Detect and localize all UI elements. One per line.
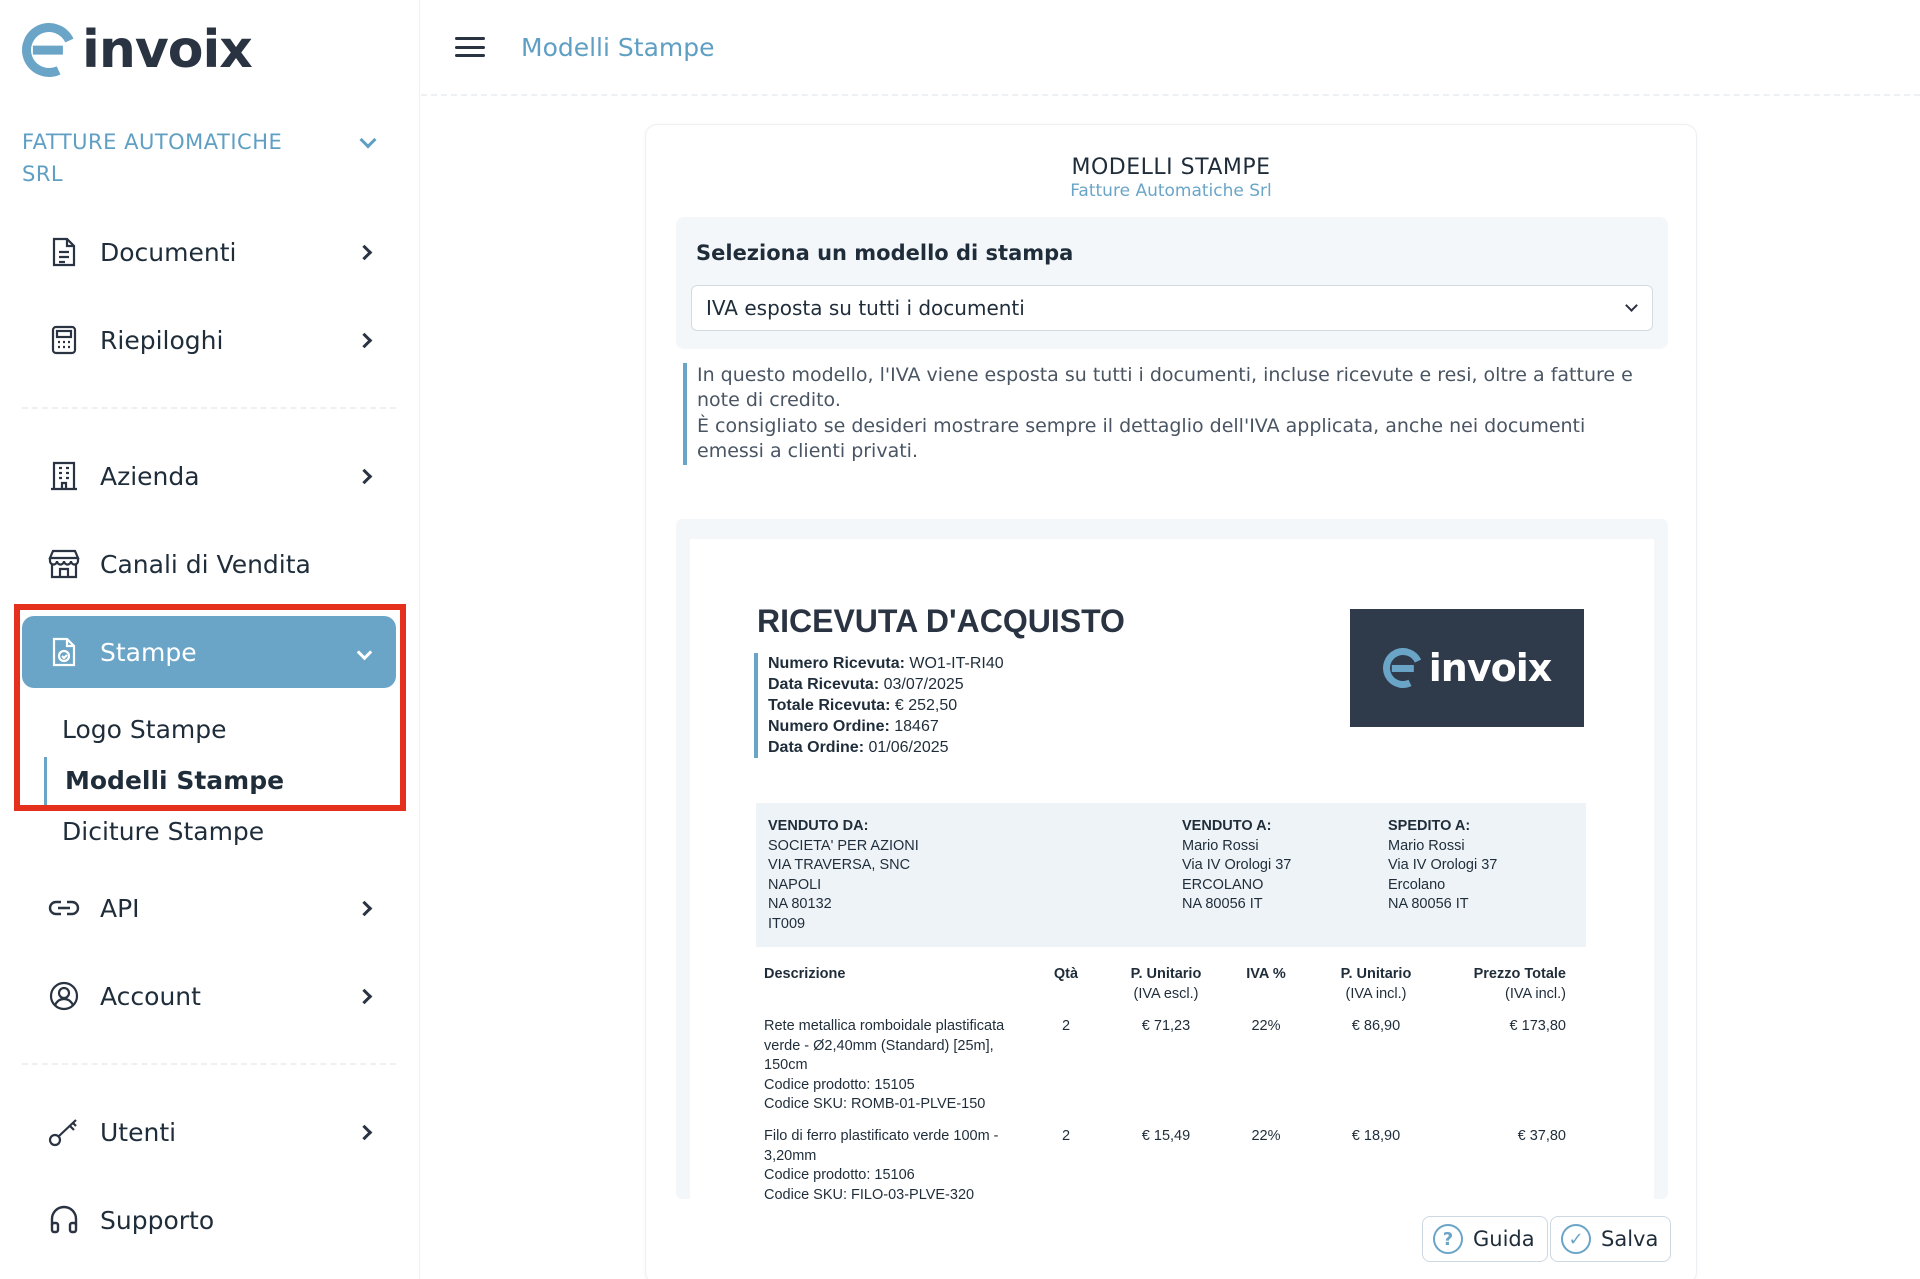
sidebar: invoix FATTURE AUTOMATICHE SRL Documenti… — [0, 0, 420, 1279]
party-sold-by: VENDUTO DA: SOCIETA' PER AZIONI VIA TRAV… — [768, 818, 919, 932]
check-icon: ✓ — [1561, 1224, 1591, 1254]
sidebar-item-supporto[interactable]: Supporto — [22, 1184, 396, 1256]
receipt-meta-row: Data Ricevuta: 03/07/2025 — [768, 676, 964, 693]
sidebar-item-riepiloghi[interactable]: Riepiloghi — [22, 304, 396, 376]
table-row: Filo di ferro plastificato verde 100m - … — [764, 1128, 1566, 1199]
sidebar-item-utenti[interactable]: Utenti — [22, 1096, 396, 1168]
sidebar-item-label: Canali di Vendita — [100, 549, 311, 579]
sidebar-item-label: Azienda — [100, 461, 200, 491]
model-select[interactable]: IVA esposta su tutti i documenti — [691, 285, 1653, 331]
logo-text: invoix — [1428, 646, 1552, 690]
receipt-meta-row: Totale Ricevuta: € 252,50 — [768, 697, 958, 714]
question-icon: ? — [1433, 1224, 1463, 1254]
model-select-value: IVA esposta su tutti i documenti — [706, 296, 1025, 320]
card-title: MODELLI STAMPE — [1071, 155, 1271, 180]
sidebar-item-label: API — [100, 893, 140, 923]
receipt-meta: Numero Ricevuta: WO1-IT-RI40 Data Ricevu… — [754, 653, 1004, 758]
calculator-icon — [48, 324, 80, 356]
chevron-right-icon — [356, 468, 373, 484]
sidebar-item-azienda[interactable]: Azienda — [22, 440, 396, 512]
link-icon — [48, 892, 80, 924]
sidebar-item-api[interactable]: API — [22, 872, 396, 944]
preview-page: RICEVUTA D'ACQUISTO Numero Ricevuta: WO1… — [690, 539, 1654, 1199]
table-header-row: Descrizione Qtà P. Unitario (IVA escl.) I… — [764, 966, 1566, 1002]
model-select-label: Seleziona un modello di stampa — [696, 241, 1074, 265]
guide-button[interactable]: ? Guida — [1422, 1216, 1548, 1262]
sidebar-item-documenti[interactable]: Documenti — [22, 216, 396, 288]
chevron-down-icon — [1625, 298, 1638, 312]
sidebar-divider — [22, 1063, 396, 1065]
user-circle-icon — [48, 980, 80, 1012]
logo-e-mark — [1377, 642, 1429, 694]
top-header: Modelli Stampe — [421, 0, 1920, 96]
receipt-logo: invoix — [1350, 609, 1584, 727]
table-row: Rete metallica romboidale plastificata v… — [764, 1018, 1566, 1112]
card-subtitle: Fatture Automatiche Srl — [1070, 181, 1272, 201]
receipt-parties: VENDUTO DA: SOCIETA' PER AZIONI VIA TRAV… — [756, 803, 1586, 947]
highlight-annotation — [14, 604, 406, 811]
sidebar-item-label: Supporto — [100, 1205, 215, 1235]
sidebar-item-canali-di-vendita[interactable]: Canali di Vendita — [22, 528, 396, 600]
party-shipped-to: SPEDITO A: Mario Rossi Via IV Orologi 37… — [1388, 818, 1498, 912]
model-description: In questo modello, l'IVA viene esposta s… — [683, 363, 1653, 465]
logo-text: invoix — [82, 20, 253, 80]
receipt-items-table: Descrizione Qtà P. Unitario (IVA escl.) I… — [756, 965, 1586, 1199]
headset-icon — [48, 1204, 80, 1236]
logo-e-mark — [14, 15, 84, 85]
print-models-card: MODELLI STAMPE Fatture Automatiche Srl S… — [645, 124, 1697, 1279]
sidebar-item-label: Account — [100, 981, 201, 1011]
chevron-right-icon — [356, 244, 373, 260]
party-sold-to: VENDUTO A: Mario Rossi Via IV Orologi 37… — [1182, 818, 1292, 912]
hamburger-menu-icon[interactable] — [455, 37, 485, 57]
app-logo[interactable]: invoix — [14, 15, 253, 85]
company-selector[interactable]: FATTURE AUTOMATICHE SRL — [22, 126, 382, 190]
sidebar-divider — [22, 407, 396, 409]
store-icon — [48, 548, 80, 580]
model-select-panel: Seleziona un modello di stampa IVA espos… — [676, 217, 1668, 349]
page-title: Modelli Stampe — [521, 32, 715, 62]
key-icon — [48, 1116, 80, 1148]
receipt-meta-row: Data Ordine: 01/06/2025 — [768, 739, 949, 756]
receipt-meta-row: Numero Ricevuta: WO1-IT-RI40 — [768, 655, 1004, 672]
chevron-down-icon — [359, 131, 377, 149]
receipt-meta-row: Numero Ordine: 18467 — [768, 718, 939, 735]
sidebar-item-label: Riepiloghi — [100, 325, 224, 355]
chevron-right-icon — [356, 332, 373, 348]
print-preview[interactable]: RICEVUTA D'ACQUISTO Numero Ricevuta: WO1… — [676, 519, 1668, 1199]
model-description-line: È consigliato se desideri mostrare sempr… — [697, 415, 1586, 462]
chevron-right-icon — [356, 1124, 373, 1140]
company-name: FATTURE AUTOMATICHE SRL — [22, 130, 283, 186]
model-description-line: In questo modello, l'IVA viene esposta s… — [697, 364, 1633, 411]
sidebar-item-label: Documenti — [100, 237, 237, 267]
chevron-right-icon — [356, 988, 373, 1004]
sidebar-item-label: Utenti — [100, 1117, 177, 1147]
chevron-right-icon — [356, 900, 373, 916]
document-icon — [48, 236, 80, 268]
sidebar-subitem-diciture-stampe[interactable]: Diciture Stampe — [44, 808, 264, 856]
building-icon — [48, 460, 80, 492]
save-button-label: Salva — [1601, 1227, 1659, 1251]
guide-button-label: Guida — [1473, 1227, 1535, 1251]
receipt-title: RICEVUTA D'ACQUISTO — [757, 603, 1125, 639]
save-button[interactable]: ✓ Salva — [1550, 1216, 1672, 1262]
sidebar-item-account[interactable]: Account — [22, 960, 396, 1032]
